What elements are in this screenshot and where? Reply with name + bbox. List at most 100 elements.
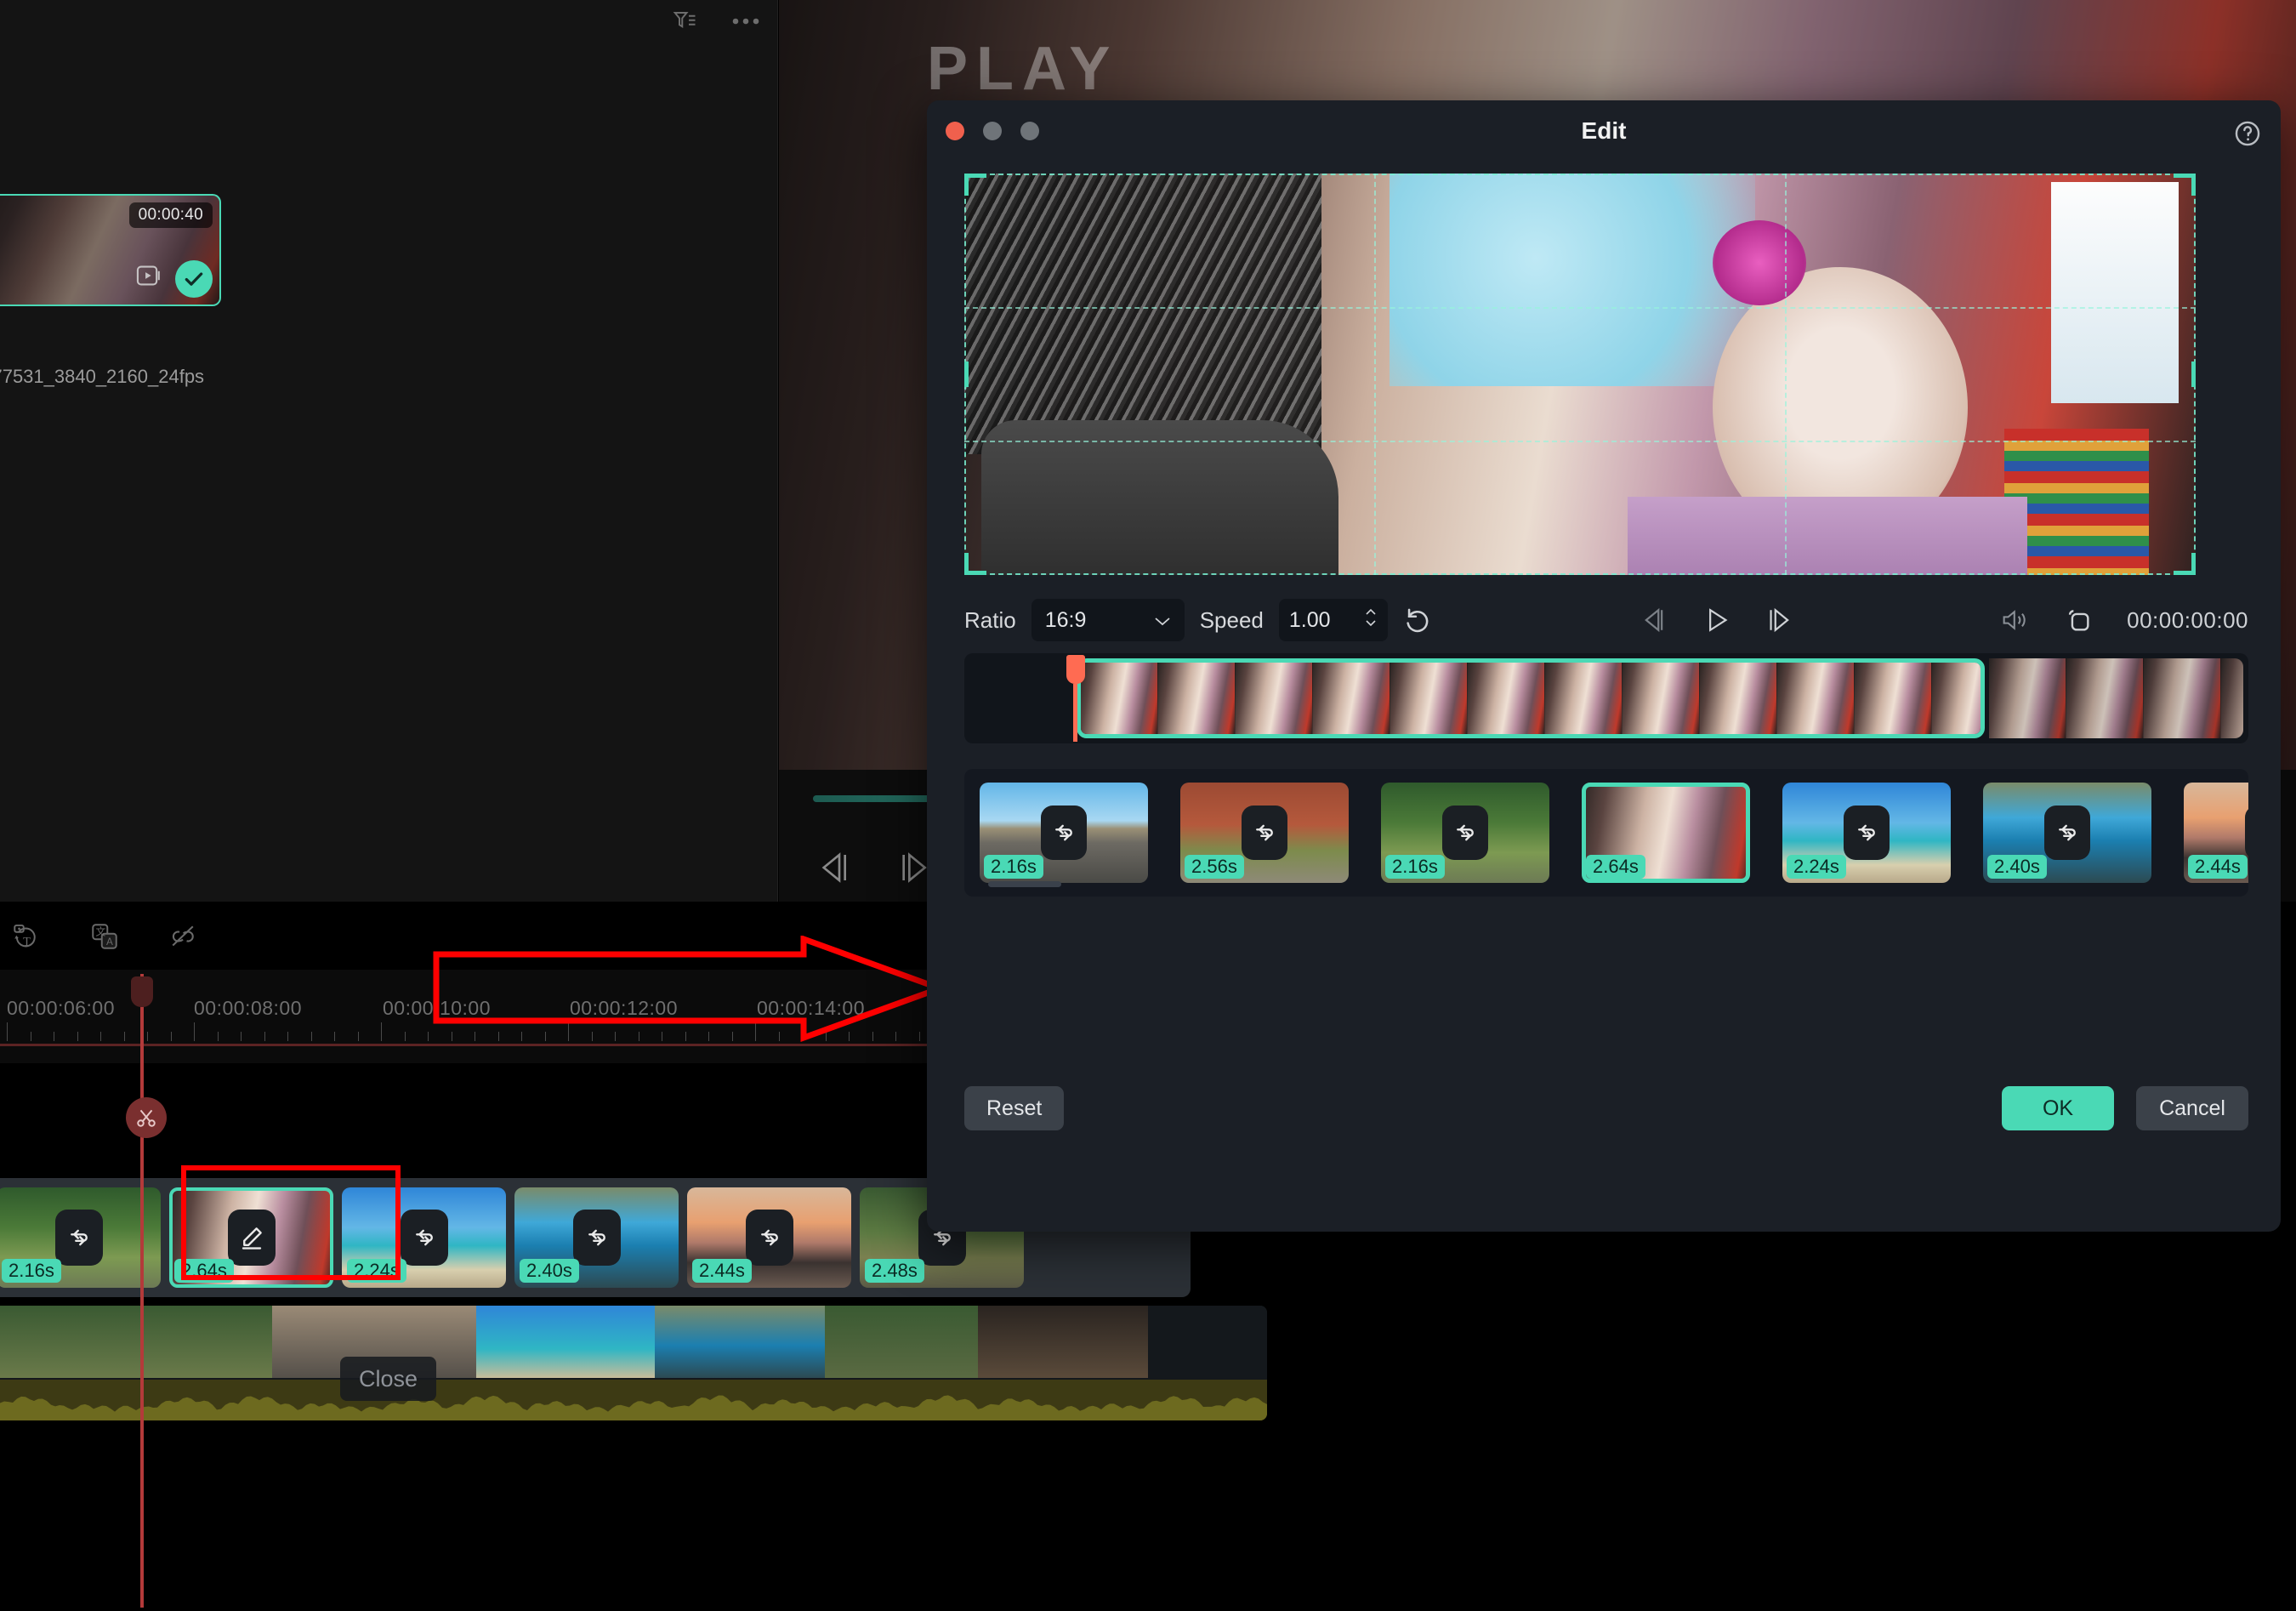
- ruler-tick: [123, 1032, 125, 1041]
- filmstrip-selected-range[interactable]: [1077, 658, 1985, 738]
- ratio-label: Ratio: [964, 606, 1016, 633]
- filmstrip-unselected-frames[interactable]: [1989, 658, 2243, 738]
- filmstrip-frame: [1545, 663, 1623, 734]
- overlay-segment[interactable]: [825, 1306, 978, 1378]
- timeline-clip[interactable]: 2.40s: [514, 1187, 679, 1288]
- ruler-tick: [381, 1022, 382, 1041]
- speed-stepper[interactable]: 1.00: [1278, 599, 1388, 641]
- clip-duration-badge: 2.56s: [1185, 855, 1244, 879]
- media-selected-check-icon[interactable]: [175, 260, 213, 298]
- help-circle-icon[interactable]: [2233, 119, 2262, 152]
- auto-captions-icon[interactable]: T: [12, 922, 41, 951]
- dialog-clip-item[interactable]: 2.16s: [1381, 783, 1549, 883]
- preview-watermark: PLAY: [927, 35, 1119, 103]
- timeline-overlay-track[interactable]: [0, 1306, 1267, 1420]
- overlay-segment[interactable]: [476, 1306, 655, 1378]
- filmstrip-playhead-stem: [1073, 684, 1077, 742]
- filmstrip-frame: [1700, 663, 1777, 734]
- ruler-tick: [194, 1022, 195, 1041]
- crop-handle-br[interactable]: [2174, 571, 2196, 575]
- play-icon[interactable]: [1702, 606, 1731, 635]
- overlay-segment[interactable]: [978, 1306, 1148, 1378]
- timeline-clip[interactable]: 2.44s: [687, 1187, 851, 1288]
- add-to-timeline-icon[interactable]: [134, 263, 163, 293]
- media-item-thumbnail[interactable]: 00:00:40: [0, 194, 221, 306]
- overlay-segment[interactable]: [0, 1306, 272, 1378]
- transition-loop-icon[interactable]: [1242, 806, 1287, 860]
- preview-transport-controls: [816, 851, 934, 889]
- transition-loop-icon[interactable]: [1041, 806, 1087, 860]
- speed-label: Speed: [1199, 606, 1264, 633]
- ok-button[interactable]: OK: [2002, 1086, 2114, 1130]
- filmstrip-frame: [2144, 658, 2221, 738]
- clip-duration-badge: 2.64s: [174, 1259, 234, 1283]
- filmstrip-frame: [1313, 663, 1390, 734]
- filmstrip-frame: [1989, 658, 2066, 738]
- reset-button[interactable]: Reset: [964, 1086, 1065, 1130]
- edit-pencil-icon[interactable]: [227, 1210, 276, 1266]
- timeline-playhead: [140, 974, 144, 1608]
- translate-icon[interactable]: 文 A: [90, 922, 119, 951]
- ruler-tick: [310, 1032, 312, 1041]
- transition-loop-icon[interactable]: [2245, 806, 2248, 860]
- filmstrip-playhead[interactable]: [1066, 655, 1085, 742]
- filmstrip-frame: [1236, 663, 1313, 734]
- filter-icon[interactable]: [670, 7, 699, 36]
- clip-duration-badge: 2.48s: [865, 1259, 924, 1283]
- clip-list-scrollbar[interactable]: [988, 881, 1061, 887]
- split-clip-button[interactable]: [126, 1097, 167, 1138]
- unlink-icon[interactable]: [168, 922, 197, 951]
- overlay-segment[interactable]: [1148, 1306, 1267, 1378]
- filmstrip-frame: [2066, 658, 2144, 738]
- timeline-clip[interactable]: 2.16s: [0, 1187, 161, 1288]
- dialog-clip-list[interactable]: 2.16s »2.56s 2.16s 2.64s 2.24s 2.40s 2.44s: [964, 769, 2248, 897]
- more-options-icon[interactable]: [731, 7, 760, 36]
- transition-loop-icon[interactable]: [572, 1210, 621, 1266]
- dialog-clip-item[interactable]: 2.40s: [1983, 783, 2151, 883]
- dialog-filmstrip[interactable]: [964, 653, 2248, 743]
- previous-frame-icon[interactable]: [1640, 606, 1668, 635]
- close-button[interactable]: Close: [340, 1357, 437, 1401]
- playhead-handle[interactable]: [131, 976, 153, 1007]
- timeline-clip[interactable]: 2.24s: [342, 1187, 506, 1288]
- dialog-clip-item[interactable]: 2.16s: [980, 783, 1148, 883]
- crop-handle-tr[interactable]: [2174, 174, 2196, 178]
- volume-icon[interactable]: [2001, 606, 2030, 635]
- clip-duration-badge: 2.64s: [1586, 855, 1645, 879]
- dialog-title: Edit: [1581, 117, 1627, 144]
- ruler-tick: [241, 1032, 242, 1041]
- transition-loop-icon[interactable]: [1844, 806, 1890, 860]
- ruler-tick: [7, 1022, 8, 1041]
- ruler-tick: [357, 1032, 359, 1041]
- transition-loop-icon[interactable]: [54, 1210, 103, 1266]
- timeline-clip[interactable]: 2.64s: [169, 1187, 333, 1288]
- next-frame-icon[interactable]: [1765, 606, 1794, 635]
- crop-handle-br[interactable]: [2191, 553, 2196, 575]
- rotate-reset-icon[interactable]: [1403, 606, 1432, 635]
- ruler-tick: [404, 1032, 406, 1041]
- ruler-tick: [264, 1032, 265, 1041]
- dialog-video-preview[interactable]: [964, 174, 2196, 575]
- transition-loop-icon[interactable]: [745, 1210, 793, 1266]
- ruler-tick: [334, 1032, 335, 1041]
- cancel-button[interactable]: Cancel: [2136, 1086, 2248, 1130]
- preview-prev-frame-icon[interactable]: [816, 851, 854, 889]
- transition-loop-icon[interactable]: [2044, 806, 2090, 860]
- crop-handle-bl[interactable]: [964, 553, 969, 575]
- media-duration-badge: 00:00:40: [128, 202, 213, 228]
- overlay-segment[interactable]: [655, 1306, 825, 1378]
- loop-region-icon[interactable]: [2064, 606, 2093, 635]
- crop-handle-right[interactable]: [2191, 361, 2196, 387]
- crop-handle-tr[interactable]: [2191, 174, 2196, 196]
- ruler-tick: [170, 1032, 172, 1041]
- transition-loop-icon[interactable]: [400, 1210, 448, 1266]
- dialog-clip-item[interactable]: »2.56s: [1180, 783, 1349, 883]
- clip-duration-badge: 2.24s: [347, 1259, 406, 1283]
- media-panel-toolbar: [670, 7, 760, 36]
- dialog-clip-item[interactable]: 2.64s: [1582, 783, 1750, 883]
- stepper-arrows-icon[interactable]: [1364, 605, 1378, 636]
- dialog-clip-item[interactable]: 2.44s: [2184, 783, 2248, 883]
- ratio-select[interactable]: 16:9: [1031, 599, 1185, 641]
- dialog-clip-item[interactable]: 2.24s: [1782, 783, 1951, 883]
- transition-loop-icon[interactable]: [1442, 806, 1488, 860]
